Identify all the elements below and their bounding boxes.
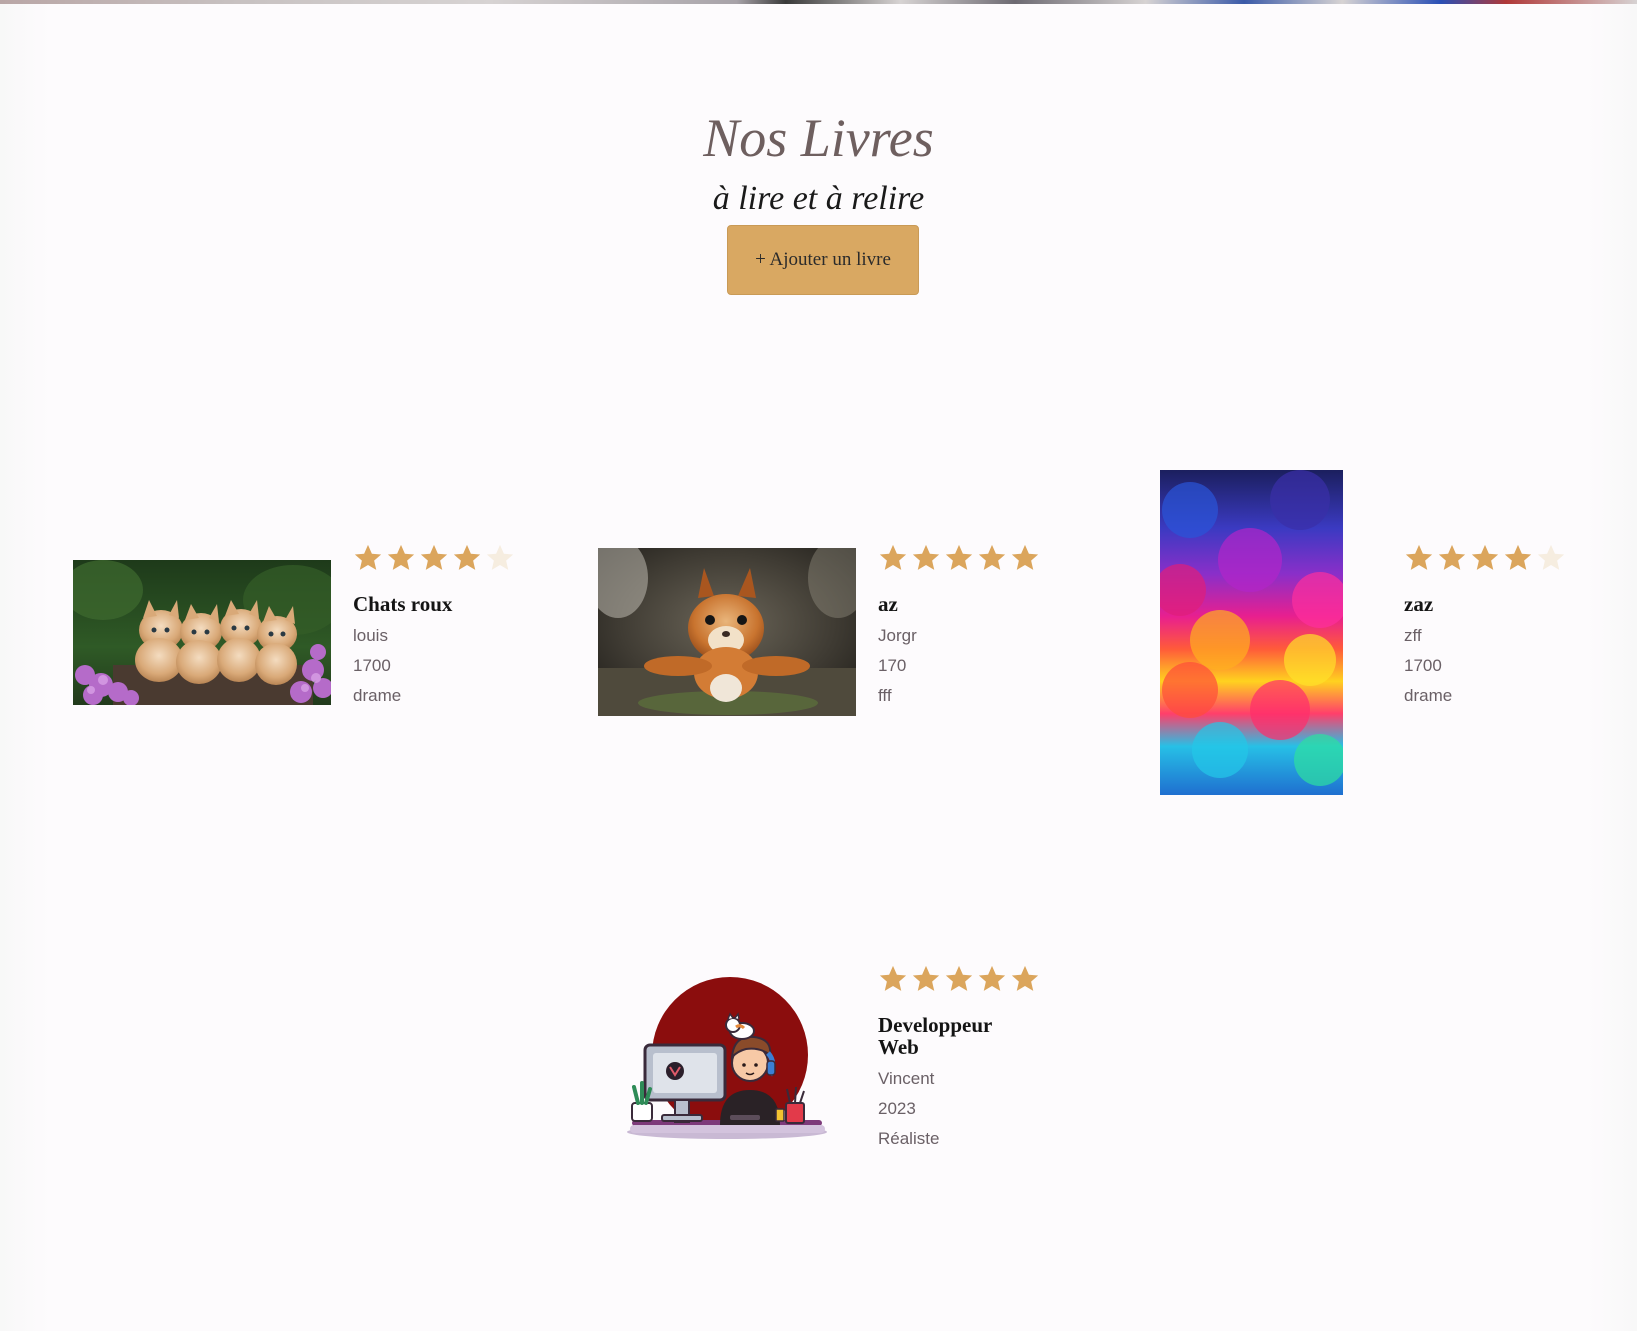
star-filled-icon[interactable] (1404, 543, 1434, 573)
add-book-button[interactable]: + Ajouter un livre (727, 225, 919, 295)
star-filled-icon[interactable] (1437, 543, 1467, 573)
colorful-clouds-image (1160, 470, 1343, 795)
star-filled-icon[interactable] (386, 543, 416, 573)
book-info: Chats roux louis 1700 drame (353, 543, 553, 711)
book-title: Chats roux (353, 592, 453, 616)
browser-top-strip (0, 0, 1637, 4)
page-header: Nos Livres à lire et à relire (0, 100, 1637, 222)
star-filled-icon[interactable] (1010, 964, 1040, 994)
squirrel-photo (598, 548, 856, 716)
book-year: 170 (878, 656, 907, 675)
book-info: Developpeur Web Vincent 2023 Réaliste (878, 964, 1078, 1154)
book-genre: Réaliste (878, 1129, 940, 1148)
book-author: Jorgr (878, 626, 917, 645)
rating-stars[interactable] (1404, 543, 1604, 577)
star-filled-icon[interactable] (1503, 543, 1533, 573)
book-author: zff (1404, 626, 1422, 645)
star-filled-icon[interactable] (878, 964, 908, 994)
star-filled-icon[interactable] (944, 543, 974, 573)
book-author: Vincent (878, 1069, 935, 1088)
book-title: zaz (1404, 592, 1434, 616)
star-filled-icon[interactable] (911, 964, 941, 994)
page-subtitle: à lire et à relire (712, 180, 925, 217)
star-filled-icon[interactable] (1470, 543, 1500, 573)
book-info: zaz zff 1700 drame (1404, 543, 1604, 711)
book-genre: drame (1404, 686, 1453, 705)
star-empty-icon[interactable] (1536, 543, 1566, 573)
book-info: az Jorgr 170 fff (878, 543, 1078, 711)
star-filled-icon[interactable] (977, 964, 1007, 994)
book-year: 2023 (878, 1099, 916, 1118)
star-filled-icon[interactable] (878, 543, 908, 573)
star-filled-icon[interactable] (353, 543, 383, 573)
book-cover-developer (620, 975, 835, 1145)
book-author: louis (353, 626, 388, 645)
kittens-photo (73, 560, 331, 705)
developer-illustration (627, 977, 827, 1139)
rating-stars[interactable] (353, 543, 553, 577)
rating-stars[interactable] (878, 543, 1078, 577)
star-empty-icon[interactable] (485, 543, 515, 573)
book-genre: drame (353, 686, 402, 705)
book-cover-kittens (73, 560, 331, 705)
star-filled-icon[interactable] (944, 964, 974, 994)
book-cover-squirrel (598, 548, 856, 716)
star-filled-icon[interactable] (977, 543, 1007, 573)
book-title: az (878, 592, 898, 616)
star-filled-icon[interactable] (452, 543, 482, 573)
page-title: Nos Livres (703, 108, 934, 168)
book-year: 1700 (353, 656, 391, 675)
star-filled-icon[interactable] (1010, 543, 1040, 573)
star-filled-icon[interactable] (911, 543, 941, 573)
book-cover-clouds (1160, 470, 1343, 795)
star-filled-icon[interactable] (419, 543, 449, 573)
book-title: Developpeur Web (878, 1013, 992, 1059)
book-genre: fff (878, 686, 892, 705)
book-year: 1700 (1404, 656, 1442, 675)
rating-stars[interactable] (878, 964, 1078, 998)
